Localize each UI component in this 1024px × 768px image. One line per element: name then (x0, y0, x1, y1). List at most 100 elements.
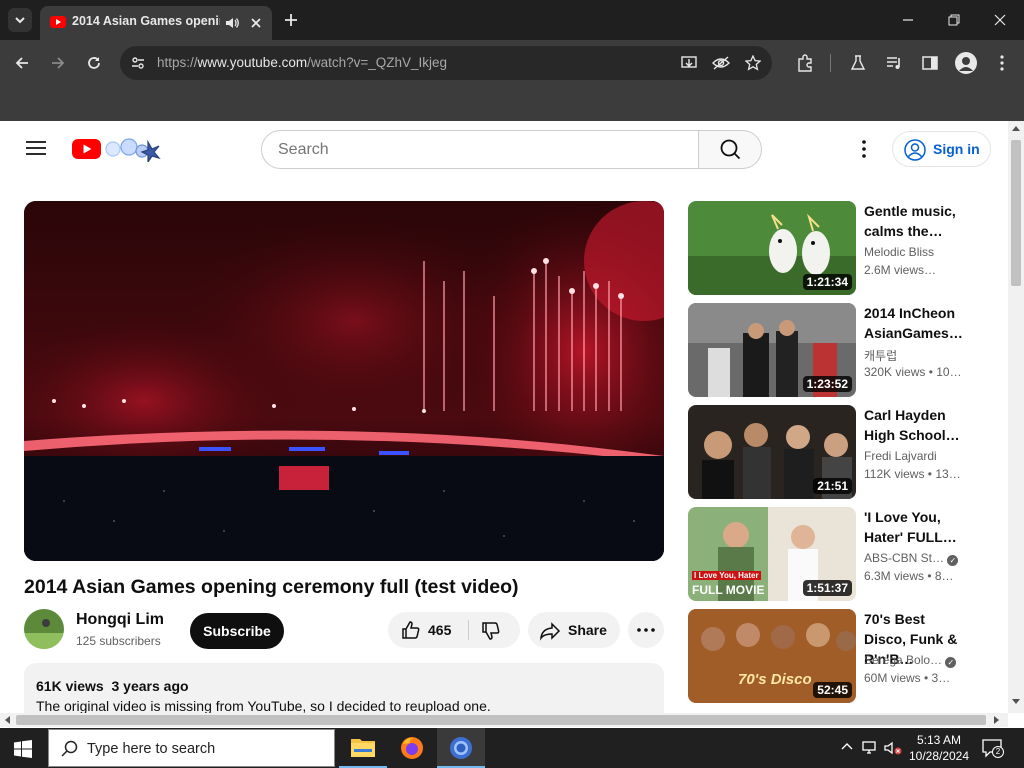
scroll-right-arrow-icon[interactable] (994, 716, 1000, 724)
url-text: https://www.youtube.com/watch?v=_QZhV_Ik… (157, 55, 448, 70)
thumbnail-overlay-text: FULL MOVIE (692, 583, 765, 597)
scroll-up-arrow-icon[interactable] (1012, 125, 1020, 131)
labs-flask-icon[interactable] (849, 54, 867, 72)
restore-icon[interactable] (946, 12, 962, 28)
recommendation-channel: Melodic Bliss (864, 245, 935, 259)
close-window-icon[interactable] (992, 12, 1008, 28)
like-divider (468, 620, 469, 640)
description-text: The original video is missing from YouTu… (36, 698, 491, 713)
account-icon (904, 139, 926, 161)
subscribe-button[interactable]: Subscribe (190, 613, 284, 649)
hamburger-menu-icon[interactable] (26, 140, 46, 156)
recommendation-item[interactable]: 70's Disco 52:45 70's Best Disco, Funk &… (688, 609, 988, 703)
dislike-icon[interactable] (480, 620, 502, 642)
search-icon (720, 139, 741, 160)
back-icon[interactable] (14, 55, 30, 71)
browser-menu-icon[interactable] (993, 54, 1011, 72)
install-app-icon[interactable] (681, 55, 699, 71)
browser-tab-strip: 2014 Asian Games opening ceremony full (… (0, 0, 1024, 40)
channel-name[interactable]: Hongqi Lim (76, 611, 164, 629)
extensions-icon[interactable] (796, 54, 814, 72)
toolbar-divider (830, 54, 831, 72)
bookmark-star-icon[interactable] (745, 55, 761, 71)
search-input[interactable]: Search (261, 130, 699, 169)
recommendation-thumbnail[interactable]: 1:23:52 (688, 303, 856, 397)
chrome-taskbar-button[interactable] (437, 728, 485, 768)
scroll-down-arrow-icon[interactable] (1012, 699, 1020, 705)
duration-badge: 1:21:34 (802, 274, 852, 290)
share-button[interactable]: Share (528, 612, 620, 648)
recommendation-title[interactable]: 'I Love You, Hater' FULL… (864, 507, 964, 547)
profile-avatar-icon[interactable] (955, 52, 977, 74)
recommendation-stats: 112K views • 13… (864, 467, 961, 481)
recommendation-stats: 6.3M views • 8… (864, 569, 954, 583)
recommendation-thumbnail[interactable]: 21:51 (688, 405, 856, 499)
scroll-left-arrow-icon[interactable] (4, 716, 10, 724)
minimize-icon[interactable] (900, 12, 916, 28)
recommendation-title[interactable]: Carl Hayden High School… (864, 405, 964, 445)
chevron-up-icon[interactable] (840, 740, 854, 754)
search-button[interactable] (698, 130, 762, 169)
notification-center-icon[interactable]: 2 (982, 738, 1004, 758)
system-clock[interactable]: 5:13 AM 10/28/2024 (906, 732, 972, 764)
thumbnail-overlay-text: 70's Disco (738, 671, 812, 688)
recommendation-item[interactable]: 1:21:34 Gentle music, calms the… Melodic… (688, 201, 988, 295)
like-dislike-group: 465 (388, 612, 520, 648)
recommendation-item[interactable]: 21:51 Carl Hayden High School… Fredi Laj… (688, 405, 988, 499)
side-panel-icon[interactable] (921, 54, 939, 72)
vertical-scroll-thumb[interactable] (1011, 140, 1021, 286)
volume-muted-icon[interactable] (884, 740, 902, 756)
recommendation-thumbnail[interactable]: 70's Disco 52:45 (688, 609, 856, 703)
firefox-taskbar-button[interactable] (388, 728, 436, 768)
like-icon[interactable] (400, 619, 422, 641)
notification-count-badge: 2 (992, 746, 1004, 758)
youtube-page: Search Sign in 2014 Asian Games opening … (0, 121, 1024, 713)
bookmark-bar (0, 86, 1024, 121)
video-frame (24, 201, 664, 561)
duration-badge: 21:51 (813, 478, 852, 494)
settings-menu-icon[interactable] (855, 139, 873, 159)
site-info-icon[interactable] (130, 55, 146, 71)
video-title: 2014 Asian Games opening ceremony full (… (24, 576, 519, 598)
firefox-icon (401, 737, 423, 759)
channel-avatar[interactable] (24, 609, 64, 649)
forward-icon[interactable] (50, 55, 66, 71)
recommendation-title[interactable]: Gentle music, calms the… (864, 201, 964, 241)
browser-toolbar: https://www.youtube.com/watch?v=_QZhV_Ik… (0, 40, 1024, 86)
tab-search-button[interactable] (8, 8, 32, 32)
tab-title: 2014 Asian Games opening ceremony full (… (72, 14, 220, 28)
file-explorer-taskbar-button[interactable] (339, 728, 387, 768)
more-horizontal-icon (637, 628, 655, 632)
horizontal-scroll-thumb[interactable] (16, 715, 986, 725)
recommendation-title[interactable]: 2014 InCheon AsianGames… (864, 303, 964, 343)
recommendation-item[interactable]: 1:23:52 2014 InCheon AsianGames… 캐투럽 320… (688, 303, 988, 397)
recommendation-stats: 60M views • 3… (864, 671, 951, 685)
media-control-icon[interactable] (885, 54, 903, 72)
like-count[interactable]: 465 (428, 622, 451, 638)
browser-tab-active[interactable]: 2014 Asian Games opening ceremony full (… (40, 6, 272, 40)
reload-icon[interactable] (86, 55, 102, 71)
recommendation-item[interactable]: I Love You, Hater FULL MOVIE 1:51:37 'I … (688, 507, 988, 601)
speaker-icon[interactable] (224, 15, 240, 31)
sign-in-button[interactable]: Sign in (892, 131, 991, 167)
description-box[interactable]: 61K views 3 years ago The original video… (24, 663, 664, 713)
youtube-logo[interactable] (72, 136, 164, 162)
duration-badge: 1:23:52 (802, 376, 852, 392)
recommendation-thumbnail[interactable]: I Love You, Hater FULL MOVIE 1:51:37 (688, 507, 856, 601)
duration-badge: 52:45 (813, 682, 852, 698)
windows-start-icon[interactable] (14, 740, 32, 758)
address-bar[interactable]: https://www.youtube.com/watch?v=_QZhV_Ik… (120, 46, 772, 80)
clock-date: 10/28/2024 (908, 749, 970, 763)
recommendation-channel: ABS-CBN St… ✓ (864, 551, 974, 566)
new-tab-icon[interactable] (283, 12, 299, 28)
share-label: Share (568, 622, 607, 638)
eye-off-icon[interactable] (712, 55, 730, 71)
recommendation-stats: 320K views • 10… (864, 365, 962, 379)
recommendation-thumbnail[interactable]: 1:21:34 (688, 201, 856, 295)
close-tab-icon[interactable] (248, 15, 264, 31)
share-icon (539, 622, 561, 641)
taskbar-search-box[interactable]: Type here to search (48, 729, 335, 767)
video-player[interactable] (24, 201, 664, 561)
network-icon[interactable] (862, 740, 880, 756)
more-actions-button[interactable] (628, 612, 664, 648)
